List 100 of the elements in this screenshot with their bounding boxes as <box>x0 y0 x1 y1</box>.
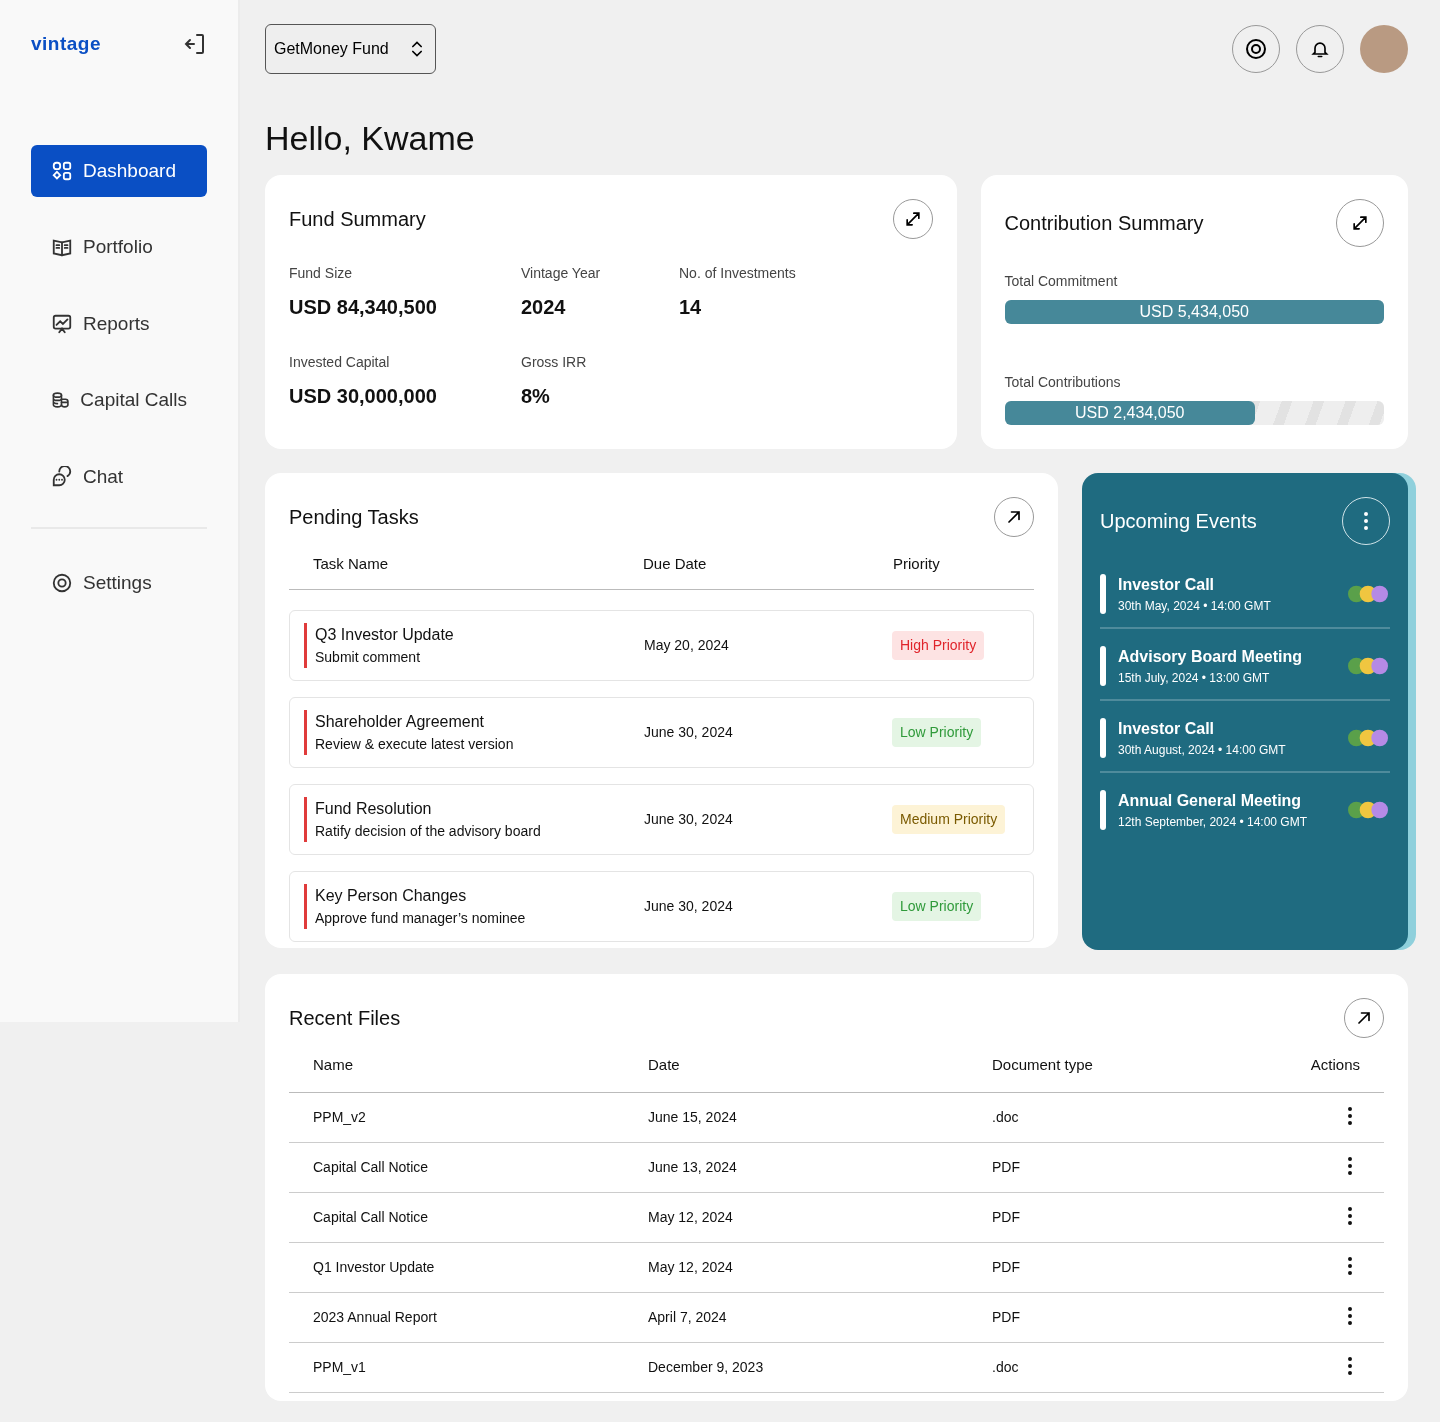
priority-tag: Low Priority <box>892 892 982 922</box>
avatar-group-icon <box>1346 727 1390 748</box>
task-name: Q3 Investor Update <box>315 625 455 646</box>
task-row[interactable]: Shareholder Agreement Review & execute latest version June 30, 2024 Low Priority <box>289 697 1034 769</box>
bell-icon <box>1310 39 1330 59</box>
event-title: Annual General Meeting <box>1118 790 1303 811</box>
table-cell: PDF <box>968 1193 1284 1244</box>
stat-label: Invested Capital <box>289 352 391 372</box>
stat-label: Vintage Year <box>521 263 602 283</box>
task-name: Key Person Changes <box>315 886 468 907</box>
event-marker <box>1100 645 1106 686</box>
task-row[interactable]: Key Person Changes Approve fund manager’s nominee June 30, 2024 Low Priority <box>289 871 1034 943</box>
event-time: 30th May, 2024 • 14:00 GMT <box>1118 597 1272 615</box>
more-vertical-icon[interactable] <box>1348 1107 1352 1126</box>
event-title: Investor Call <box>1118 574 1216 595</box>
table-cell: PPM_v2 <box>289 1093 624 1144</box>
column-header: Document type <box>968 1053 1284 1094</box>
more-vertical-icon[interactable] <box>1348 1307 1352 1326</box>
priority-tag: Low Priority <box>892 718 982 748</box>
sidebar-item[interactable]: Chat <box>31 450 207 503</box>
more-vertical-icon[interactable] <box>1348 1357 1352 1376</box>
more-vertical-icon[interactable] <box>1348 1207 1352 1226</box>
table-cell: 2023 Annual Report <box>289 1293 624 1344</box>
due-date: June 30, 2024 <box>644 810 734 830</box>
column-header: Priority <box>893 553 941 574</box>
table-cell: June 13, 2024 <box>624 1143 968 1194</box>
priority-tag: High Priority <box>892 631 985 661</box>
card-title: Fund Summary <box>289 206 426 231</box>
column-header: Due Date <box>643 553 708 574</box>
task-name: Shareholder Agreement <box>315 712 485 733</box>
sidebar-item[interactable]: Capital Calls <box>31 374 207 427</box>
stat-label: No. of Investments <box>679 263 797 283</box>
event-marker <box>1100 573 1106 614</box>
due-date: May 20, 2024 <box>644 636 730 656</box>
card-title: Recent Files <box>289 1005 401 1030</box>
task-name: Fund Resolution <box>315 799 433 820</box>
task-detail: Review & execute latest version <box>315 735 515 755</box>
progress-fill: USD 2,434,050 <box>1004 400 1255 425</box>
sidebar-item[interactable]: Portfolio <box>31 221 207 274</box>
stat-value: 2024 <box>521 294 567 320</box>
greeting: Hello, Kwame <box>265 118 476 159</box>
more-vertical-icon <box>1364 511 1368 530</box>
table-cell: PPM_v1 <box>289 1343 624 1394</box>
event-time: 15th July, 2024 • 13:00 GMT <box>1118 669 1271 687</box>
table-cell: April 7, 2024 <box>624 1293 968 1344</box>
due-date: June 30, 2024 <box>644 723 734 743</box>
table-cell: PDF <box>968 1143 1284 1194</box>
event-marker <box>1100 717 1106 758</box>
table-cell: PDF <box>968 1293 1284 1344</box>
logo: vintage <box>31 32 102 56</box>
more-vertical-icon[interactable] <box>1348 1157 1352 1176</box>
stat-value: USD 84,340,500 <box>289 294 438 320</box>
event-marker <box>1100 789 1106 830</box>
fund-selector[interactable]: GetMoney Fund <box>265 24 436 74</box>
table-cell: Q1 Investor Update <box>289 1243 624 1294</box>
bar-label: Total Commitment <box>1004 271 1119 291</box>
card-title: Contribution Summary <box>1004 210 1204 235</box>
priority-tag: Medium Priority <box>892 805 1006 835</box>
table-cell: May 12, 2024 <box>624 1193 968 1244</box>
table-cell: December 9, 2023 <box>624 1343 968 1394</box>
settings-icon <box>51 572 73 595</box>
panel-title: Upcoming Events <box>1100 508 1257 533</box>
chat-bubbles-icon <box>51 465 73 488</box>
stat-value: 14 <box>679 294 703 320</box>
event-time: 12th September, 2024 • 14:00 GMT <box>1118 813 1308 831</box>
sidebar-item[interactable]: Settings <box>31 557 207 610</box>
task-detail: Ratify decision of the advisory board <box>315 822 542 842</box>
table-cell: .doc <box>968 1093 1284 1144</box>
table-cell: .doc <box>968 1343 1284 1394</box>
table-cell: Capital Call Notice <box>289 1193 624 1244</box>
progress-fill: USD 5,434,050 <box>1004 299 1384 324</box>
bar-label: Total Contributions <box>1004 372 1122 392</box>
event-title: Investor Call <box>1118 718 1216 739</box>
logout-icon[interactable] <box>183 32 207 57</box>
table-cell: PDF <box>968 1243 1284 1294</box>
stat-label: Fund Size <box>289 263 354 283</box>
task-row[interactable]: Fund Resolution Ratify decision of the advisory board June 30, 2024 Medium Priority <box>289 784 1034 856</box>
column-header: Actions <box>1284 1053 1384 1094</box>
presentation-chart-icon <box>51 312 73 335</box>
table-cell: May 12, 2024 <box>624 1243 968 1294</box>
column-header: Task Name <box>313 553 390 574</box>
sidebar-item[interactable]: Dashboard <box>31 144 207 197</box>
avatar-group-icon <box>1346 583 1390 604</box>
task-detail: Submit comment <box>315 648 422 668</box>
table-cell: June 15, 2024 <box>624 1093 968 1144</box>
table-cell: Capital Call Notice <box>289 1143 624 1194</box>
column-header: Name <box>289 1053 624 1094</box>
task-row[interactable]: Q3 Investor Update Submit comment May 20, 2024 High Priority <box>289 610 1034 682</box>
due-date: June 30, 2024 <box>644 897 734 917</box>
column-header: Date <box>624 1053 968 1094</box>
avatar-group-icon <box>1346 799 1390 820</box>
event-title: Advisory Board Meeting <box>1118 646 1304 667</box>
sidebar-item[interactable]: Reports <box>31 297 207 350</box>
avatar-group-icon <box>1346 655 1390 676</box>
more-vertical-icon[interactable] <box>1348 1257 1352 1276</box>
stat-label: Gross IRR <box>521 352 588 372</box>
settings-icon <box>1244 37 1268 61</box>
task-detail: Approve fund manager’s nominee <box>315 909 527 929</box>
stat-value: USD 30,000,000 <box>289 383 438 409</box>
stat-value: 8% <box>521 383 551 409</box>
